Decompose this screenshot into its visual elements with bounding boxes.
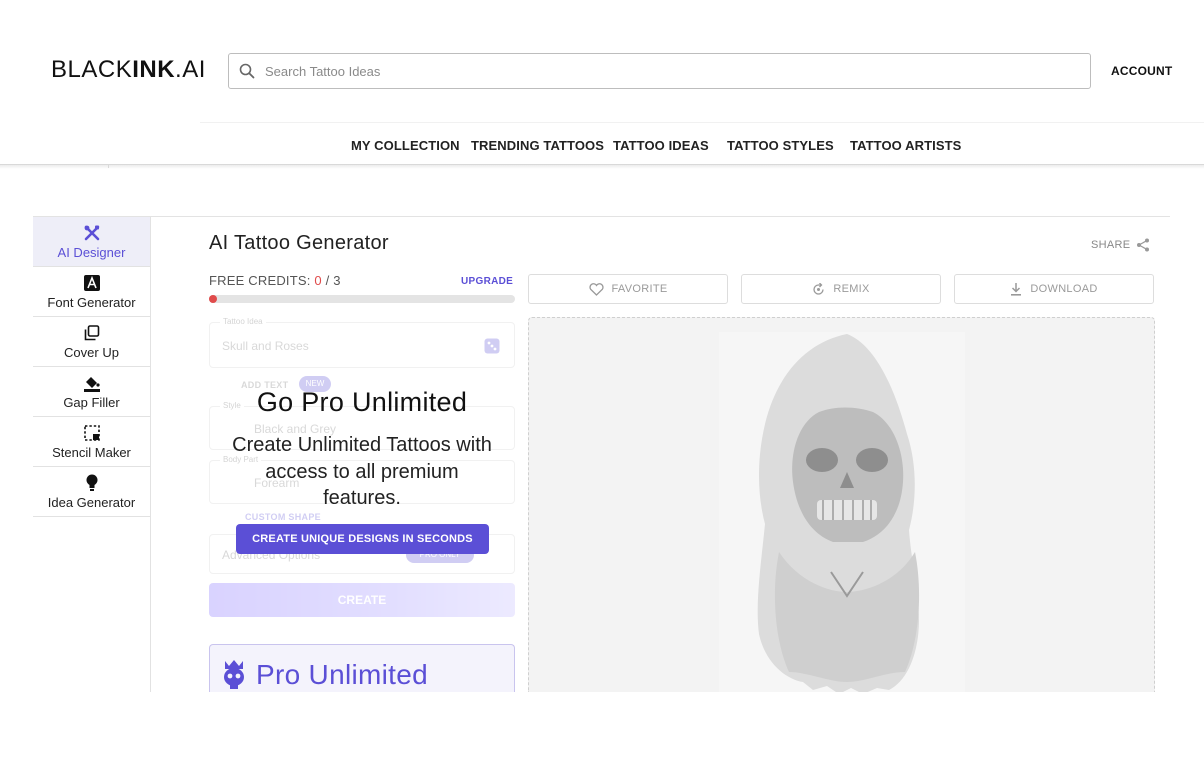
create-unique-designs-button[interactable]: CREATE UNIQUE DESIGNS IN SECONDS — [236, 524, 489, 554]
sidebar-item-font-generator[interactable]: Font Generator — [33, 267, 150, 317]
remix-label: REMIX — [833, 283, 870, 295]
credits-total: 3 — [333, 273, 341, 288]
sidebar-item-cover-up[interactable]: Cover Up — [33, 317, 150, 367]
sidebar-item-label: Idea Generator — [47, 494, 136, 510]
upgrade-link[interactable]: UPGRADE — [461, 276, 513, 287]
lightbulb-icon — [83, 474, 101, 492]
page-title: AI Tattoo Generator — [209, 232, 389, 254]
logo-bold-text: INK — [132, 56, 176, 83]
pro-plan-name: Pro Unlimited — [256, 659, 428, 690]
credits-counter: FREE CREDITS: 0 / 3 — [209, 273, 341, 288]
promo-title: Go Pro Unlimited — [256, 387, 468, 417]
search-input[interactable] — [265, 63, 1025, 79]
sidebar-item-gap-filler[interactable]: Gap Filler — [33, 367, 150, 417]
sidebar-item-label: Stencil Maker — [52, 444, 131, 460]
heart-icon — [588, 282, 604, 296]
sidebar-item-label: AI Designer — [57, 244, 126, 260]
sidebar-item-ai-designer[interactable]: AI Designer — [33, 217, 150, 267]
share-label: SHARE — [1091, 239, 1131, 251]
crown-skull-icon — [224, 660, 244, 689]
search-icon — [239, 63, 255, 79]
remix-button[interactable]: REMIX — [741, 274, 941, 304]
sidebar-item-stencil-maker[interactable]: Stencil Maker — [33, 417, 150, 467]
logo-light-text: BLACK — [51, 56, 133, 83]
divider-tick — [108, 165, 109, 168]
credits-progress-bar — [209, 295, 515, 303]
nav-tattoo-artists[interactable]: TATTOO ARTISTS — [850, 138, 961, 153]
font-icon — [83, 274, 101, 292]
brand-logo[interactable]: BLACKINK.AI — [51, 56, 206, 84]
favorite-label: FAVORITE — [611, 283, 668, 295]
hooded-skull-image — [757, 334, 920, 692]
tool-sidebar: AI Designer Font Generator Cover Up Gap … — [33, 217, 151, 692]
share-button[interactable]: SHARE — [1091, 238, 1150, 252]
create-label: CREATE — [337, 593, 387, 607]
credits-separator: / — [321, 273, 334, 288]
tattoo-idea-value: Skull and Roses — [222, 339, 309, 353]
dice-icon — [484, 338, 500, 354]
account-link[interactable]: ACCOUNT — [1111, 64, 1172, 78]
header-shadow — [0, 165, 1204, 169]
download-label: DOWNLOAD — [1030, 283, 1098, 295]
favorite-button[interactable]: FAVORITE — [528, 274, 728, 304]
sidebar-item-label: Font Generator — [47, 294, 136, 310]
tattoo-idea-field[interactable]: Tattoo Idea Skull and Roses — [209, 317, 515, 368]
nav-my-collection[interactable]: MY COLLECTION — [351, 138, 460, 153]
nav-trending-tattoos[interactable]: TRENDING TATTOOS — [471, 138, 604, 153]
content-divider — [33, 216, 1170, 217]
paint-bucket-icon — [83, 374, 101, 392]
remix-icon — [813, 282, 824, 295]
credits-used: 0 — [314, 273, 322, 288]
promo-text: Create Unlimited Tattoos with access to … — [232, 434, 492, 509]
credits-progress-fill — [209, 295, 217, 303]
custom-shape-link[interactable]: CUSTOM SHAPE — [245, 512, 321, 522]
create-button[interactable]: CREATE — [209, 583, 515, 617]
search-bar[interactable] — [228, 53, 1091, 89]
preview-image-area — [719, 332, 965, 692]
field-caption: Tattoo Idea — [220, 317, 266, 326]
credits-label: FREE CREDITS: — [209, 273, 315, 288]
cover-up-icon — [83, 324, 101, 342]
page-bottom — [0, 692, 1204, 768]
sidebar-item-label: Gap Filler — [63, 394, 120, 410]
sidebar-item-label: Cover Up — [64, 344, 119, 360]
pro-unlimited-card[interactable]: Pro Unlimited — [209, 644, 515, 692]
tools-icon — [83, 224, 101, 242]
tattoo-preview — [528, 317, 1155, 692]
logo-suffix-text: .AI — [175, 56, 206, 83]
download-button[interactable]: DOWNLOAD — [954, 274, 1154, 304]
stencil-icon — [83, 424, 101, 442]
main-nav: MY COLLECTION TRENDING TATTOOS TATTOO ID… — [200, 122, 1204, 166]
share-icon — [1137, 238, 1150, 252]
sidebar-item-idea-generator[interactable]: Idea Generator — [33, 467, 150, 517]
download-icon — [1011, 282, 1022, 296]
nav-tattoo-styles[interactable]: TATTOO STYLES — [727, 138, 834, 153]
nav-tattoo-ideas[interactable]: TATTOO IDEAS — [613, 138, 709, 153]
